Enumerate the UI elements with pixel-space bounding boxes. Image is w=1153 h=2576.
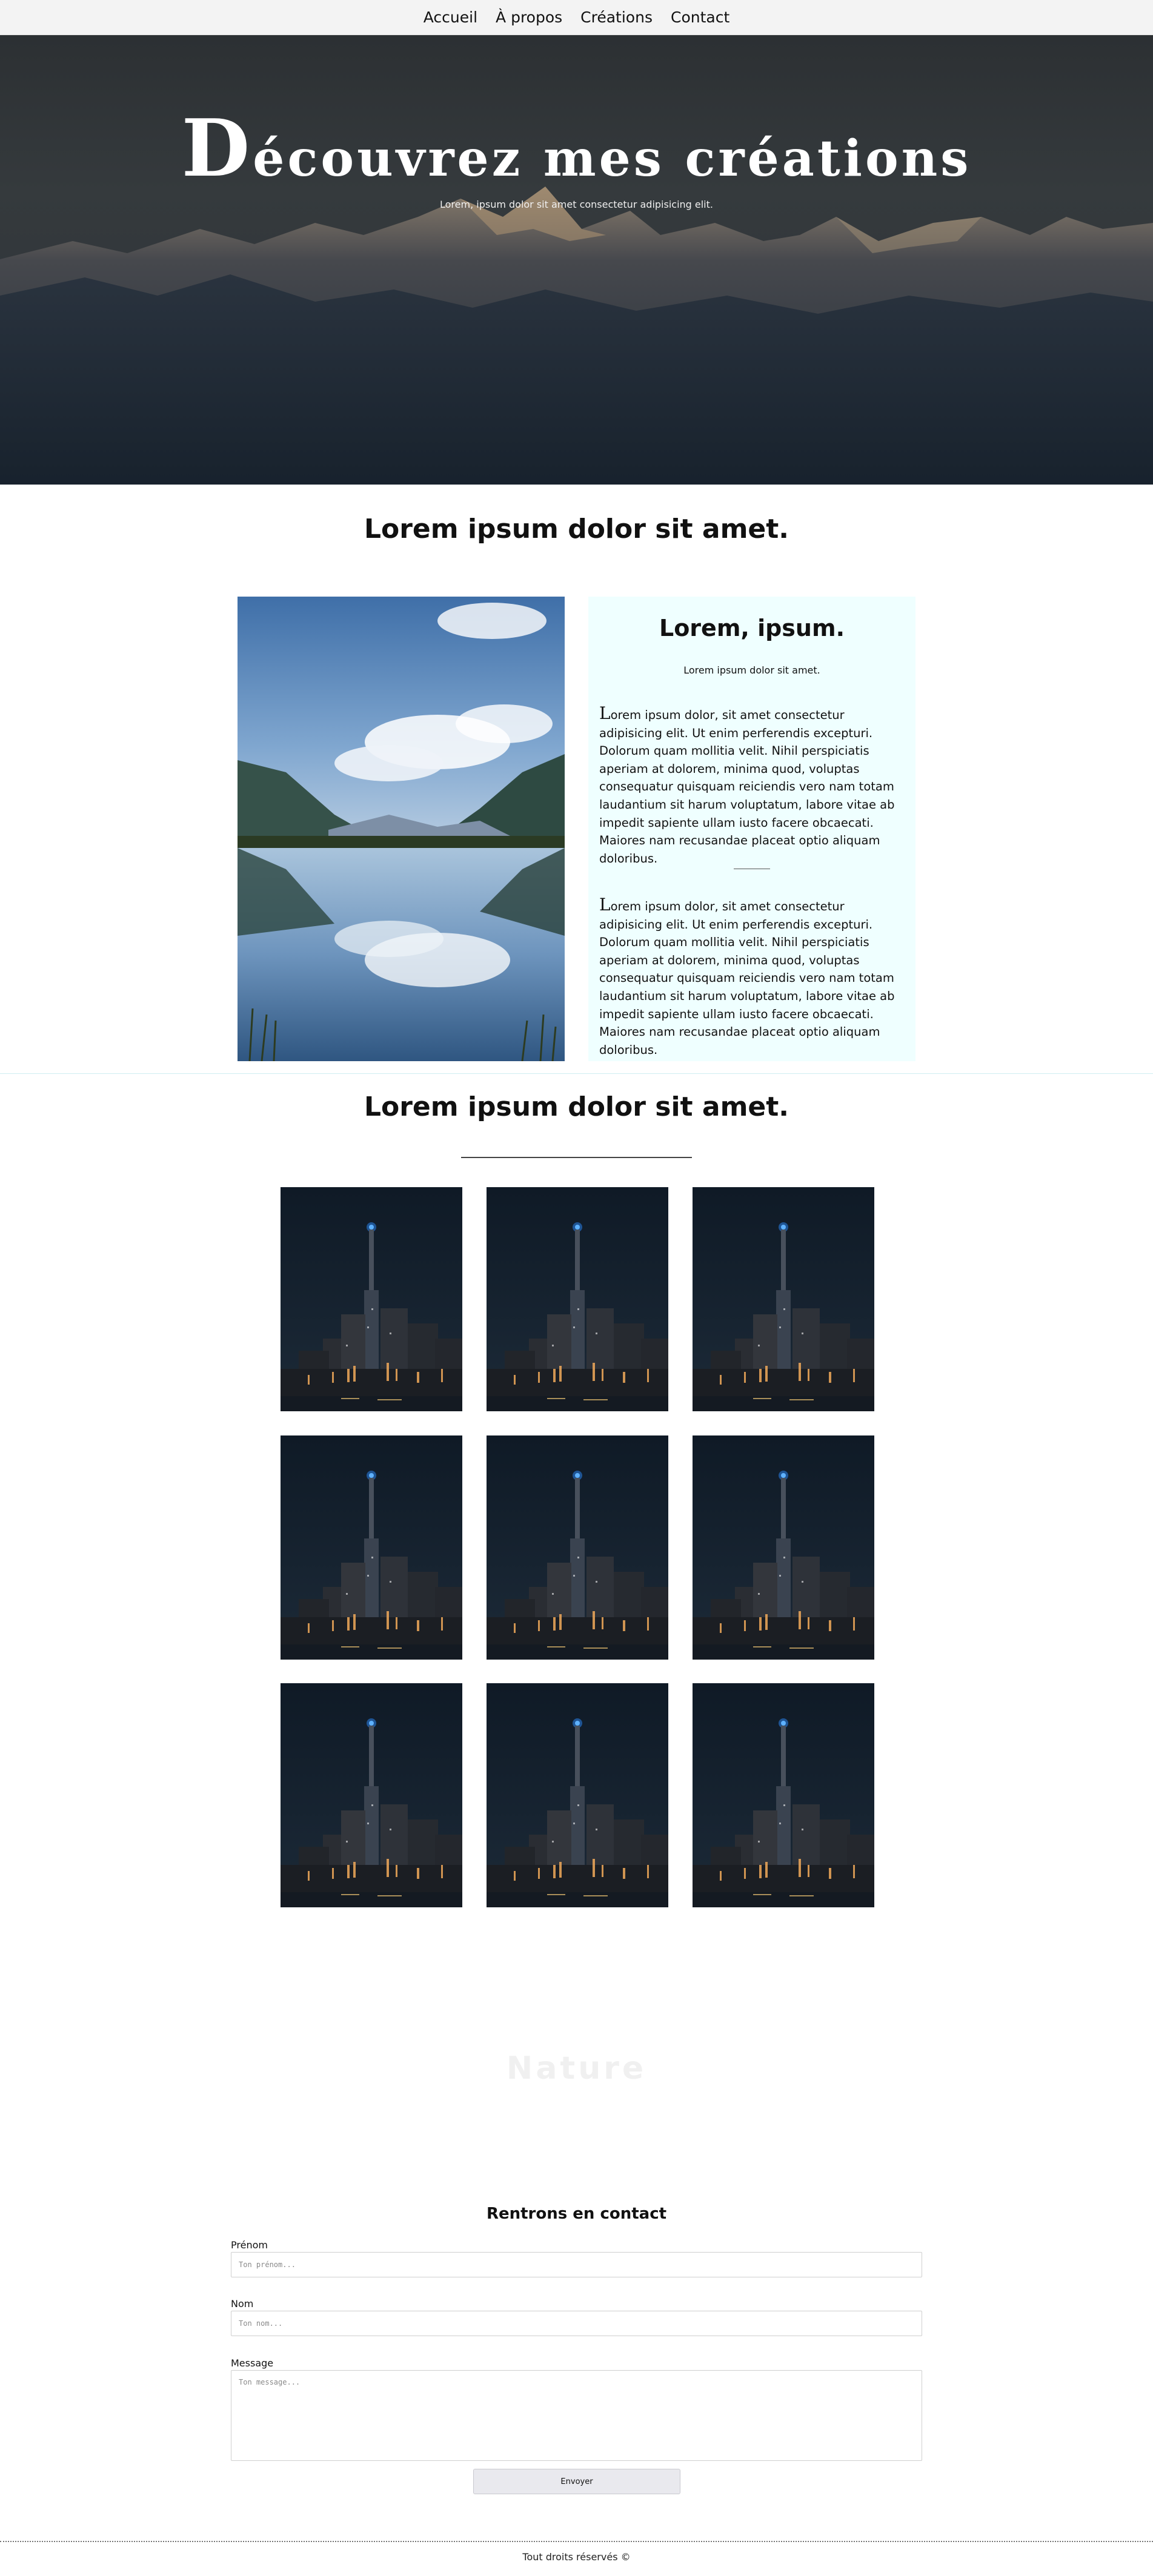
drop-cap: L (599, 703, 611, 723)
lake-photo (238, 597, 565, 1061)
gallery-thumbnail[interactable] (487, 1187, 668, 1411)
gallery-thumbnail[interactable] (487, 1683, 668, 1907)
hero-title-initial: D (181, 102, 253, 194)
card-subtitle: Lorem ipsum dolor sit amet. (683, 664, 820, 676)
nature-label: Nature (506, 2050, 647, 2087)
message-label: Message (231, 2357, 274, 2369)
hero-title: Découvrez mes créations (0, 102, 1153, 194)
card-paragraph-2: Lorem ipsum dolor, sit amet consectetur … (599, 896, 905, 1059)
drop-cap: L (599, 895, 611, 915)
card-title: Lorem, ipsum. (659, 615, 845, 641)
hero-title-rest: écouvrez mes créations (253, 130, 972, 188)
footer-divider (0, 2541, 1153, 2542)
lastname-input[interactable] (231, 2311, 922, 2336)
gallery-thumbnail[interactable] (487, 1435, 668, 1660)
gallery-title-underline (461, 1157, 692, 1158)
card-paragraph-2-text: orem ipsum dolor, sit amet consectetur a… (599, 899, 895, 1057)
gallery-thumbnail[interactable] (281, 1683, 462, 1907)
card-paragraph-1-text: orem ipsum dolor, sit amet consectetur a… (599, 708, 895, 866)
nav-link-contact[interactable]: Contact (671, 8, 729, 26)
about-section-title: Lorem ipsum dolor sit amet. (364, 514, 789, 545)
gallery-thumbnail[interactable] (281, 1187, 462, 1411)
hero-subtitle: Lorem, ipsum dolor sit amet consectetur … (440, 199, 713, 210)
lastname-label: Nom (231, 2298, 254, 2309)
top-nav: Accueil À propos Créations Contact (0, 0, 1153, 35)
hero-banner: Découvrez mes créations Lorem, ipsum dol… (0, 35, 1153, 485)
firstname-input[interactable] (231, 2252, 922, 2277)
message-textarea[interactable] (231, 2370, 922, 2461)
nav-link-a-propos[interactable]: À propos (496, 8, 562, 26)
firstname-label: Prénom (231, 2239, 268, 2251)
footer-copyright: Tout droits réservés © (522, 2551, 631, 2563)
gallery-thumbnail[interactable] (281, 1435, 462, 1660)
gallery-thumbnail[interactable] (693, 1683, 874, 1907)
nav-link-accueil[interactable]: Accueil (424, 8, 477, 26)
nav-link-creations[interactable]: Créations (580, 8, 653, 26)
contact-title: Rentrons en contact (486, 2205, 667, 2223)
section-divider (0, 1073, 1153, 1074)
submit-button[interactable]: Envoyer (473, 2469, 680, 2494)
info-card: Lorem, ipsum. Lorem ipsum dolor sit amet… (588, 597, 915, 1061)
gallery-thumbnail[interactable] (693, 1187, 874, 1411)
card-paragraph-1: Lorem ipsum dolor, sit amet consectetur … (599, 704, 905, 867)
gallery-thumbnail[interactable] (693, 1435, 874, 1660)
gallery-section-title: Lorem ipsum dolor sit amet. (364, 1091, 789, 1122)
